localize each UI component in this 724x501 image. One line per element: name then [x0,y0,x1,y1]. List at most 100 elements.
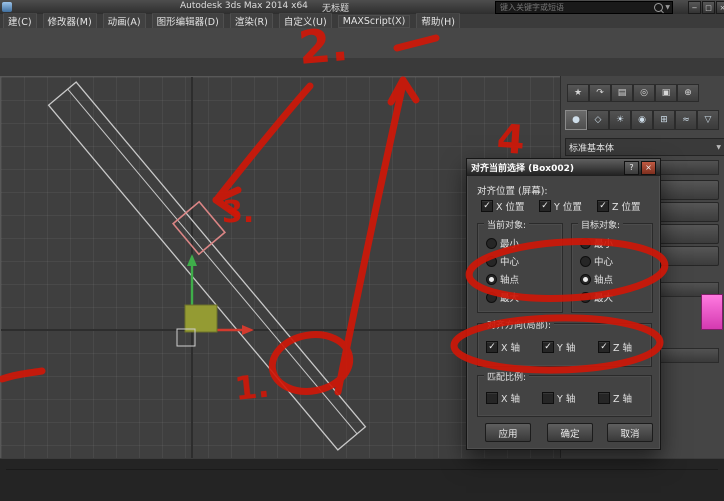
category-spacewarps-icon[interactable]: ≈ [675,110,697,130]
target-minimum-radio[interactable]: 最小 [580,236,613,250]
orient-x-checkbox[interactable]: ✓X 轴 [486,340,520,354]
radio-label: 最大 [500,290,519,304]
main-toolbar: 视图 ▼ 3 ∠ % ↕ 创建选择集 ▼ [0,28,724,59]
radio-label: 轴点 [500,272,519,286]
category-cameras-icon[interactable]: ◉ [631,110,653,130]
primitive-type-value: 标准基本体 [569,141,713,154]
plank-object[interactable] [49,82,366,450]
checkbox-box: ✓ [542,392,554,404]
orient-y-checkbox[interactable]: ✓ Y 轴 [542,340,575,354]
z-position-checkbox[interactable]: ✓ Z 位置 [597,199,641,213]
checkbox-box: ✓ [486,341,498,353]
category-helpers-icon[interactable]: ⊞ [653,110,675,130]
menu-modifiers[interactable]: 修改器(M) [43,13,97,29]
group-title: 目标对象: [578,218,623,231]
gizmo-x-arrowhead-icon [242,325,254,335]
radio-label: 轴点 [594,272,613,286]
checkbox-label: Z 轴 [613,391,632,405]
radio-dot [580,238,591,249]
tab-display-icon[interactable]: ▣ [655,84,677,102]
orient-z-checkbox[interactable]: ✓Z 轴 [598,340,632,354]
tab-utilities-icon[interactable]: ⊕ [677,84,699,102]
tab-hierarchy-icon[interactable]: ▤ [611,84,633,102]
checkbox-box: ✓ [597,200,609,212]
radio-label: 中心 [594,254,613,268]
checkbox-label: X 位置 [496,199,525,213]
maximize-button[interactable]: □ [702,1,715,14]
scale-x-checkbox[interactable]: ✓X 轴 [486,391,520,405]
current-pivot-radio[interactable]: 轴点 [486,272,519,286]
tab-motion-icon[interactable]: ◎ [633,84,655,102]
app-icon[interactable] [2,2,12,12]
radio-dot [580,274,591,285]
menu-create[interactable]: 建(C) [3,13,37,29]
object-color-swatch[interactable] [701,294,723,330]
radio-dot [486,238,497,249]
radio-dot [580,256,591,267]
dialog-title: 对齐当前选择 (Box002) [471,161,622,174]
checkbox-box: ✓ [486,392,498,404]
menu-maxscript[interactable]: MAXScript(X) [338,15,411,28]
close-button[interactable]: × [716,1,724,14]
checkbox-label: Y 位置 [554,199,582,213]
category-geometry-icon[interactable]: ● [565,110,587,130]
box-object[interactable] [185,305,217,332]
current-minimum-radio[interactable]: 最小 [486,236,519,250]
apply-button[interactable]: 应用 [485,423,531,442]
scale-z-checkbox[interactable]: ✓Z 轴 [598,391,632,405]
checkbox-box: ✓ [542,341,554,353]
group-title: 匹配比例: [484,370,529,383]
checkbox-box: ✓ [481,200,493,212]
cancel-button[interactable]: 取消 [607,423,653,442]
menu-animation[interactable]: 动画(A) [103,13,146,29]
radio-dot [486,274,497,285]
checkbox-label: Y 轴 [557,340,575,354]
minimize-button[interactable]: − [688,1,701,14]
dialog-close-icon[interactable]: × [641,161,656,175]
tab-modify-icon[interactable]: ↷ [589,84,611,102]
align-dialog: 对齐当前选择 (Box002) ? × 对齐位置 (屏幕): ✓ X 位置 ✓ … [466,158,661,450]
checkbox-box: ✓ [598,341,610,353]
category-lights-icon[interactable]: ☀ [609,110,631,130]
tab-create-icon[interactable]: ★ [567,84,589,102]
category-shapes-icon[interactable]: ◇ [587,110,609,130]
menu-rendering[interactable]: 渲染(R) [230,13,273,29]
radio-dot [486,292,497,303]
target-pivot-radio[interactable]: 轴点 [580,272,613,286]
radio-label: 中心 [500,254,519,268]
current-maximum-radio[interactable]: 最大 [486,290,519,304]
checkbox-box: ✓ [539,200,551,212]
dialog-title-bar[interactable]: 对齐当前选择 (Box002) ? × [467,159,660,176]
check-icon: ✓ [544,343,552,352]
radio-label: 最小 [500,236,519,250]
search-icon[interactable] [654,3,663,12]
target-maximum-radio[interactable]: 最大 [580,290,613,304]
menu-customize[interactable]: 自定义(U) [279,13,332,29]
x-position-checkbox[interactable]: ✓ X 位置 [481,199,525,213]
menu-graph-editors[interactable]: 图形编辑器(D) [152,13,224,29]
gizmo-y-arrowhead-icon [187,254,197,266]
checkbox-label: Z 位置 [612,199,641,213]
status-divider [6,469,718,470]
menu-help[interactable]: 帮助(H) [416,13,460,29]
checkbox-box: ✓ [598,392,610,404]
target-center-radio[interactable]: 中心 [580,254,613,268]
chevron-down-icon: ▼ [716,144,721,151]
ok-button[interactable]: 确定 [547,423,593,442]
dialog-help-icon[interactable]: ? [624,161,639,175]
radio-label: 最小 [594,236,613,250]
match-scale-group: 匹配比例: ✓X 轴 ✓Y 轴 ✓Z 轴 [477,375,652,417]
current-center-radio[interactable]: 中心 [486,254,519,268]
category-systems-icon[interactable]: ▽ [697,110,719,130]
primitive-type-dropdown[interactable]: 标准基本体 ▼ [565,138,724,156]
checkbox-label: X 轴 [501,391,520,405]
check-icon: ✓ [541,202,549,211]
y-position-checkbox[interactable]: ✓ Y 位置 [539,199,582,213]
search-input[interactable] [498,2,652,13]
radio-dot [580,292,591,303]
target-object-group: 目标对象: 最小 中心 轴点 最大 [571,223,653,313]
search-box[interactable]: ▼ [495,1,673,14]
status-bar [0,458,724,501]
scale-y-checkbox[interactable]: ✓Y 轴 [542,391,575,405]
search-options-caret-icon[interactable]: ▼ [665,4,670,11]
